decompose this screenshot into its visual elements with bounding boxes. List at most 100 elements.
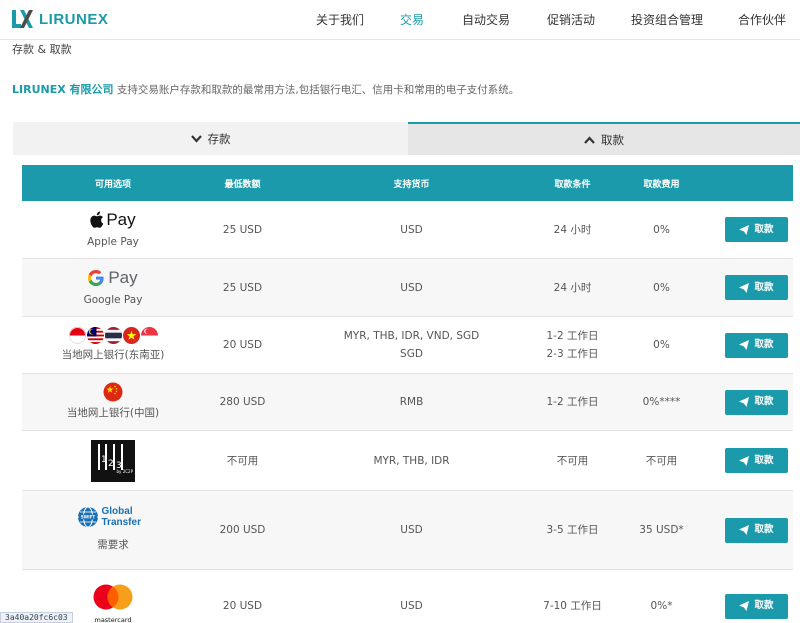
min-amount: 280 USD — [219, 396, 266, 408]
nav-auto-trading[interactable]: 自动交易 — [462, 0, 512, 40]
min-amount: 20 USD — [222, 600, 263, 612]
min-amount: 不可用 — [226, 454, 259, 467]
nav-partners[interactable]: 合作伙伴 — [738, 0, 788, 40]
tab-withdraw[interactable]: 取款 — [408, 122, 800, 155]
condition: 24 小时 — [553, 223, 592, 236]
table-header: 可用选项 最低数额 支持货币 取款条件 取款费用 — [22, 165, 793, 201]
china-flag-icon — [103, 382, 123, 402]
condition: 2-3 工作日 — [546, 348, 599, 360]
malaysia-flag-icon — [86, 326, 104, 344]
lirunex-logo-icon — [12, 10, 33, 28]
svg-text:2: 2 — [108, 459, 114, 469]
currency: USD — [400, 600, 423, 612]
th-condition: 取款条件 — [554, 179, 591, 190]
google-icon — [88, 269, 104, 286]
apple-pay-logo: Pay — [90, 209, 136, 231]
fee: 0% — [653, 339, 670, 351]
withdraw-button[interactable]: 取款 — [725, 448, 788, 473]
withdraw-button[interactable]: 取款 — [725, 332, 788, 358]
table-row: Pay Apple Pay 25 USD USD 24 小时 0% 取款 — [22, 201, 793, 259]
paper-plane-icon — [739, 282, 750, 293]
currency: SGD — [400, 348, 423, 360]
paper-plane-icon — [739, 224, 750, 235]
table-row: 1 2 3 by 2C2P 不可用 MYR, THB, IDR 不可用 不可用 … — [22, 431, 793, 491]
tabs: 存款 取款 — [13, 122, 800, 155]
singapore-flag-icon — [140, 326, 158, 344]
method-name: 需要求 — [97, 539, 129, 551]
currency: MYR, THB, IDR, VND, SGD — [343, 330, 480, 342]
site-header: LIRUNEX 关于我们 交易 自动交易 促销活动 投资组合管理 合作伙伴 — [0, 0, 800, 40]
table-row: mastercard 20 USD USD 7-10 工作日 0%* 取款 — [22, 570, 793, 623]
fee: 0% — [653, 223, 670, 236]
intro-description: 支持交易账户存款和取款的最常用方法,包括银行电汇、信用卡和常用的电子支付系统。 — [116, 84, 520, 96]
svg-text:SWIFT: SWIFT — [80, 515, 95, 520]
withdraw-button[interactable]: 取款 — [725, 275, 788, 300]
id-badge: 3a40a20fc6c03 — [0, 612, 73, 623]
intro-brand: LIRUNEX 有限公司 — [12, 83, 114, 96]
indonesia-flag-icon — [68, 326, 86, 344]
min-amount: 25 USD — [222, 281, 263, 294]
currency: USD — [400, 524, 423, 536]
currency: USD — [400, 281, 423, 294]
th-currency: 支持货币 — [393, 179, 430, 190]
nav-trading[interactable]: 交易 — [400, 0, 430, 40]
th-method: 可用选项 — [94, 179, 131, 190]
currency: RMB — [399, 396, 424, 408]
nav-portfolio[interactable]: 投资组合管理 — [631, 0, 703, 40]
mastercard-icon — [93, 584, 133, 609]
condition: 24 小时 — [553, 281, 592, 294]
tab-withdraw-label: 取款 — [601, 132, 624, 147]
breadcrumb: 存款 & 取款 — [12, 43, 72, 56]
table-row: 当地网上银行(中国) 280 USD RMB 1-2 工作日 0%**** 取款 — [22, 374, 793, 431]
condition: 3-5 工作日 — [546, 524, 599, 536]
min-amount: 25 USD — [222, 223, 263, 236]
intro-text: LIRUNEX 有限公司 支持交易账户存款和取款的最常用方法,包括银行电汇、信用… — [12, 81, 519, 97]
min-amount: 20 USD — [222, 339, 263, 351]
condition: 7-10 工作日 — [543, 600, 602, 612]
table-row: SWIFT Global Transfer 需要求 200 USD USD 3-… — [22, 491, 793, 570]
withdraw-button[interactable]: 取款 — [725, 217, 788, 242]
paper-plane-icon — [739, 340, 750, 350]
fee: 0%* — [650, 600, 673, 612]
tab-deposit-label: 存款 — [207, 131, 231, 146]
nav-about[interactable]: 关于我们 — [316, 0, 366, 40]
thailand-flag-icon — [104, 326, 122, 344]
chevron-down-icon — [190, 134, 202, 143]
logo-text: LIRUNEX — [39, 10, 109, 28]
fee: 0%**** — [642, 396, 681, 408]
table-row: 当地网上银行(东南亚) 20 USD MYR, THB, IDR, VND, S… — [22, 317, 793, 374]
method-name: Google Pay — [83, 293, 143, 306]
table-row: Pay Google Pay 25 USD USD 24 小时 0% 取款 — [22, 259, 793, 317]
svg-text:1: 1 — [101, 455, 107, 465]
paper-plane-icon — [739, 525, 750, 535]
method-name: Apple Pay — [87, 235, 139, 248]
currency: USD — [400, 223, 423, 236]
min-amount: 200 USD — [219, 524, 266, 536]
swift-logo: SWIFT Global Transfer — [77, 506, 150, 528]
vietnam-flag-icon — [122, 326, 140, 344]
sea-flags — [68, 326, 158, 344]
fee: 35 USD* — [639, 524, 684, 536]
paper-plane-icon — [739, 601, 750, 611]
paper-plane-icon — [739, 397, 750, 407]
currency: MYR, THB, IDR — [373, 454, 450, 467]
globe-icon: SWIFT — [77, 506, 98, 528]
apple-icon — [90, 211, 104, 228]
th-fee: 取款费用 — [643, 179, 680, 190]
withdraw-button[interactable]: 取款 — [725, 593, 788, 619]
th-minimum: 最低数额 — [224, 179, 261, 190]
condition: 1-2 工作日 — [546, 330, 599, 342]
google-pay-logo: Pay — [88, 267, 138, 289]
help2pay-logo: 1 2 3 by 2C2P — [91, 439, 135, 482]
method-name: 当地网上银行(东南亚) — [61, 348, 165, 361]
nav-promotions[interactable]: 促销活动 — [547, 0, 597, 40]
logo[interactable]: LIRUNEX — [12, 9, 108, 29]
tab-deposit[interactable]: 存款 — [13, 122, 408, 155]
fee: 不可用 — [645, 454, 678, 467]
withdraw-button[interactable]: 取款 — [725, 389, 788, 415]
condition: 1-2 工作日 — [546, 396, 599, 408]
withdraw-button[interactable]: 取款 — [725, 517, 788, 543]
fee: 0% — [653, 281, 670, 294]
chevron-up-icon — [584, 135, 595, 144]
method-name: 当地网上银行(中国) — [66, 407, 160, 419]
